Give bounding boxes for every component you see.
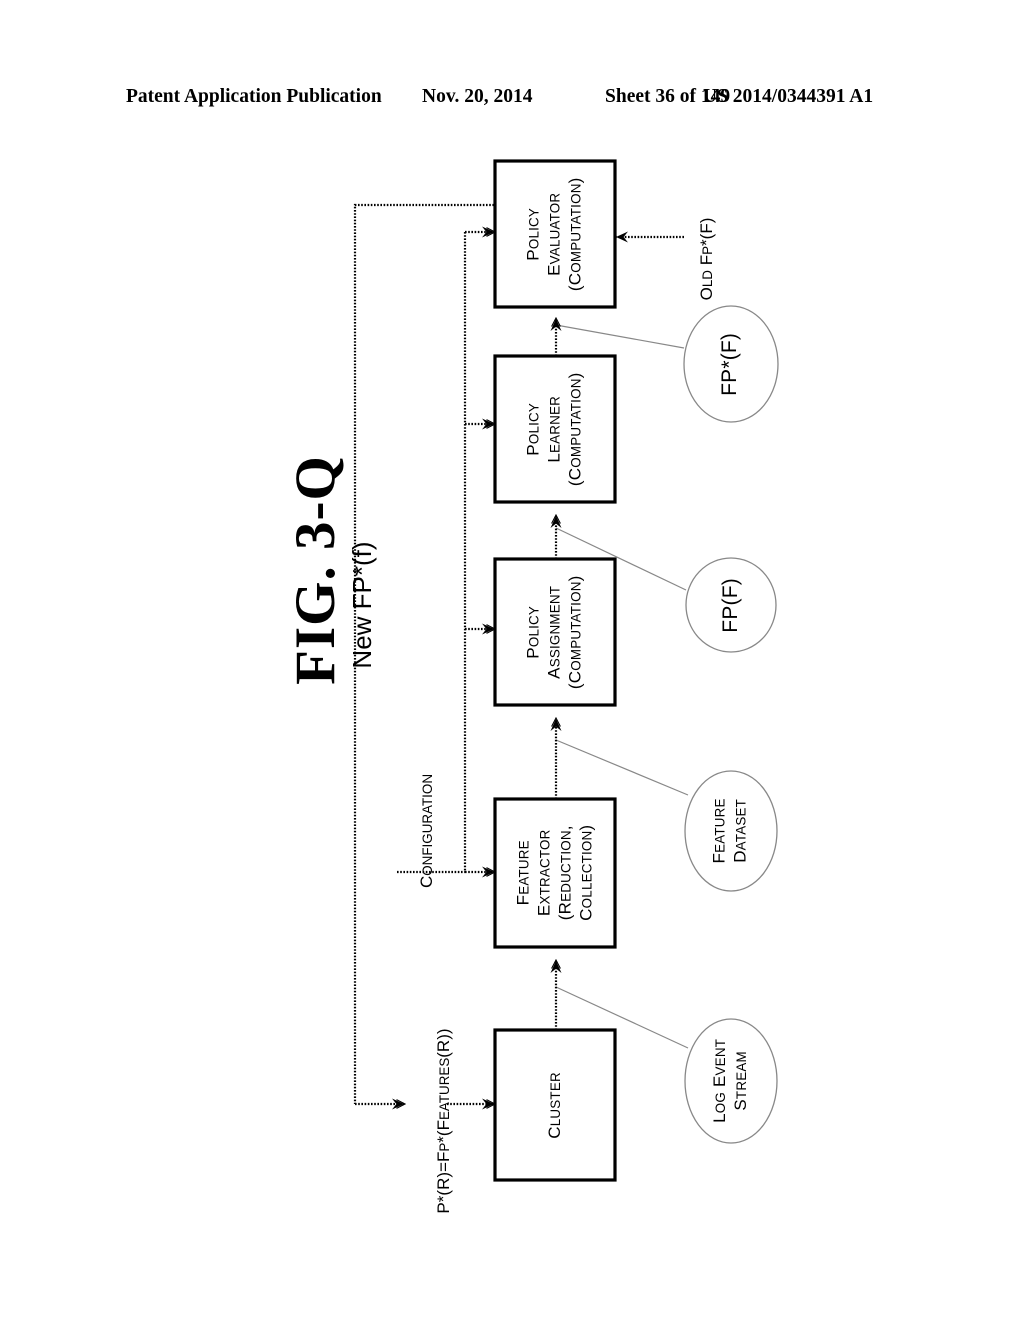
edge-label-new-fp-star: New FP*(f) <box>347 525 377 685</box>
box-feature-extractor <box>493 797 617 949</box>
ellipse-feature-dataset <box>684 770 778 892</box>
box-policy-evaluator <box>493 159 617 309</box>
edge-label-configuration-text: CONFIGURATION <box>417 774 436 889</box>
connector-fp-star-f <box>555 324 685 349</box>
edge-label-new-fp-star-text: New FP*(f) <box>347 541 377 669</box>
patent-figure-page: Patent Application Publication Nov. 20, … <box>0 0 1024 1320</box>
edge-label-old-fp-star: OLD FP*(F) <box>691 174 719 344</box>
edge-label-p-star-r: P*(R)=FP*(FEATURES(R)) <box>428 996 458 1246</box>
connector-feature-dataset <box>555 739 689 796</box>
edge-label-p-star-r-text: P*(R)=FP*(FEATURES(R)) <box>434 1028 453 1214</box>
box-policy-assignment <box>493 557 617 707</box>
edge-label-old-fp-star-text: OLD FP*(F) <box>697 217 716 301</box>
box-cluster <box>493 1028 617 1182</box>
diagram-canvas <box>353 159 779 1182</box>
ellipse-log-event-stream <box>684 1018 778 1144</box>
ellipse-fp-f <box>685 557 777 653</box>
edge-label-configuration: CONFIGURATION <box>417 746 443 916</box>
box-policy-learner <box>493 354 617 504</box>
